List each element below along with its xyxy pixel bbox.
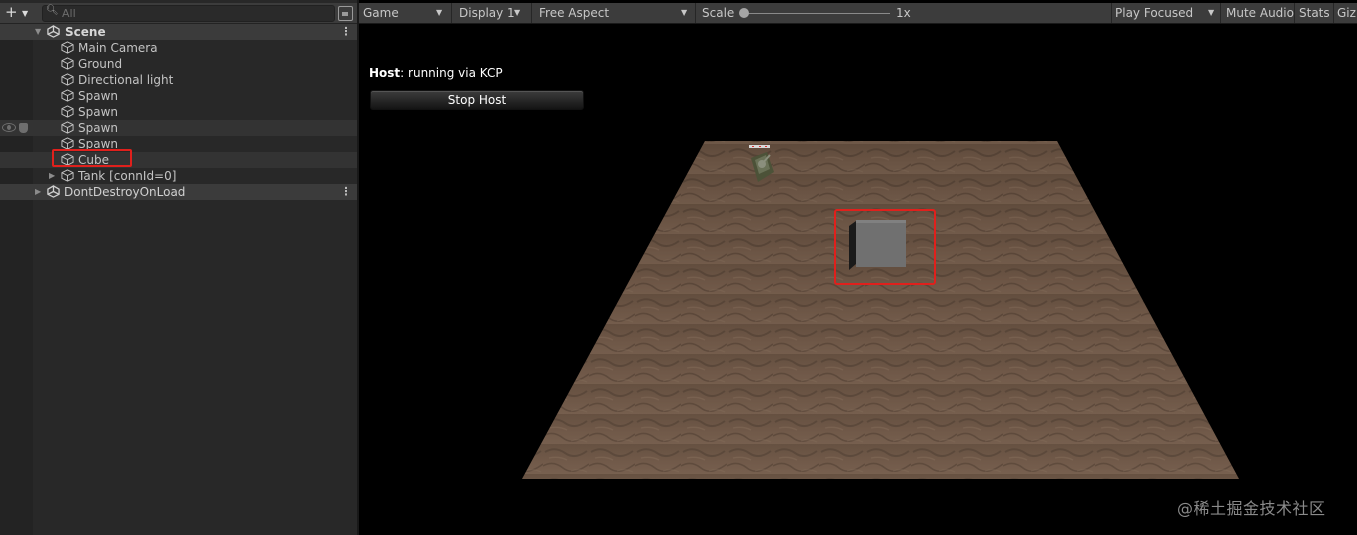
item-label: Directional light [78, 73, 174, 87]
pickable-hand-icon[interactable] [19, 123, 28, 133]
cube-icon [61, 105, 74, 118]
lock-icon[interactable] [338, 6, 353, 21]
separator [695, 3, 696, 23]
separator [1294, 3, 1295, 23]
hierarchy-toolbar: + ▼ 🔍︎ All [0, 3, 357, 24]
stats-button[interactable]: Stats [1299, 3, 1330, 23]
item-label: Tank [connId=0] [78, 169, 177, 183]
scale-slider-track[interactable] [743, 13, 890, 14]
scene-name: Scene [65, 25, 106, 39]
item-label: Spawn [78, 121, 119, 135]
game-view-dropdown[interactable]: Game [363, 3, 399, 23]
play-mode-dropdown[interactable]: Play Focused [1115, 3, 1193, 23]
watermark: @稀土掘金技术社区 [1177, 499, 1326, 518]
search-placeholder: All [62, 7, 76, 20]
expand-arrow-icon[interactable]: ▶ [49, 168, 55, 184]
more-options-icon[interactable]: ⋮ [340, 24, 352, 40]
chevron-down-icon[interactable]: ▼ [681, 3, 687, 23]
game-viewport[interactable]: Host: running via KCP Stop Host @稀土掘金技术社… [359, 24, 1357, 535]
hierarchy-item[interactable]: Directional light [0, 72, 357, 88]
unity-logo-icon [47, 185, 60, 198]
scene-row[interactable]: ▼ Scene ⋮ [0, 24, 357, 40]
host-status: Host: running via KCP [369, 66, 503, 80]
cube-icon [61, 169, 74, 182]
separator [1333, 3, 1334, 23]
expand-arrow-icon[interactable]: ▶ [35, 184, 41, 200]
hierarchy-item[interactable]: Spawn [0, 88, 357, 104]
cube-icon [61, 121, 74, 134]
display-dropdown[interactable]: Display 1 [459, 3, 515, 23]
hierarchy-item[interactable]: Ground [0, 56, 357, 72]
separator [451, 3, 452, 23]
hierarchy-panel: + ▼ 🔍︎ All ▼ Scene ⋮ Main Camera Ground D… [0, 0, 357, 535]
more-options-icon[interactable]: ⋮ [340, 184, 352, 200]
item-label: Spawn [78, 89, 119, 103]
host-status-text: : running via KCP [400, 66, 503, 80]
host-label: Host [369, 66, 401, 80]
separator [1111, 3, 1112, 23]
scale-slider-knob[interactable] [739, 8, 749, 18]
hierarchy-item[interactable]: Spawn [0, 104, 357, 120]
chevron-down-icon[interactable]: ▼ [1208, 3, 1214, 23]
chevron-down-icon[interactable]: ▼ [436, 3, 442, 23]
search-input[interactable]: 🔍︎ All [42, 5, 335, 22]
add-button[interactable]: + ▼ [5, 4, 33, 22]
gizmos-button[interactable]: Giz [1337, 3, 1356, 23]
dontdestroy-name: DontDestroyOnLoad [64, 185, 186, 199]
mute-audio-button[interactable]: Mute Audio [1226, 3, 1294, 23]
cube-icon [61, 41, 74, 54]
separator [531, 3, 532, 23]
stop-host-button[interactable]: Stop Host [370, 90, 584, 110]
game-toolbar: Game ▼ Display 1 ▼ Free Aspect ▼ Scale 1… [359, 3, 1357, 24]
search-icon: 🔍︎ [46, 5, 59, 16]
aspect-dropdown[interactable]: Free Aspect [539, 3, 609, 23]
visibility-eye-icon[interactable] [2, 123, 16, 132]
separator [1220, 3, 1221, 23]
cube-icon [61, 73, 74, 86]
hierarchy-item-hovered[interactable]: Spawn [0, 120, 357, 136]
chevron-down-icon: ▼ [22, 9, 29, 18]
item-label: Ground [78, 57, 123, 71]
hierarchy-item[interactable]: ▶ Tank [connId=0] [0, 168, 357, 184]
cube-icon [61, 89, 74, 102]
dontdestroy-row[interactable]: ▶ DontDestroyOnLoad ⋮ [0, 184, 357, 200]
scale-value: 1x [896, 6, 911, 20]
scale-label: Scale [702, 6, 735, 20]
chevron-down-icon[interactable]: ▼ [514, 3, 520, 23]
cube-object [849, 220, 906, 270]
cube-icon [61, 57, 74, 70]
unity-logo-icon [47, 25, 60, 38]
hierarchy-item[interactable]: Main Camera [0, 40, 357, 56]
expand-arrow-icon[interactable]: ▼ [35, 24, 41, 40]
plus-icon: + [5, 3, 18, 21]
item-label: Main Camera [78, 41, 158, 55]
cube-highlight-box [52, 149, 132, 167]
item-label: Spawn [78, 105, 119, 119]
